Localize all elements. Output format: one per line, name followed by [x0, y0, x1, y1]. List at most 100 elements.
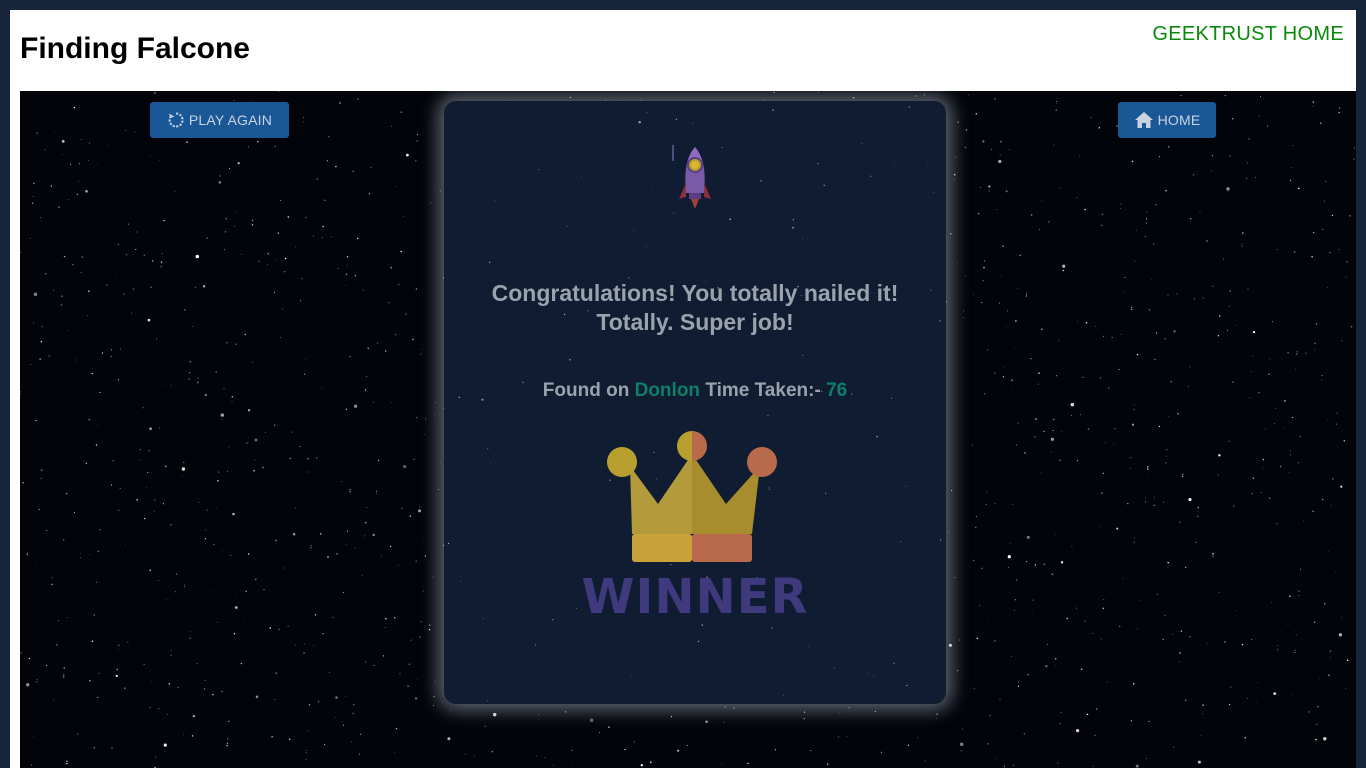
star: [791, 226, 795, 229]
star: [367, 347, 369, 350]
star: [255, 578, 257, 581]
star: [1314, 342, 1316, 345]
star: [1165, 455, 1167, 457]
found-prefix: Found on: [542, 380, 630, 401]
star: [220, 413, 224, 417]
star: [156, 338, 157, 340]
play-again-button[interactable]: PLAY AGAIN: [150, 102, 289, 138]
star: [368, 193, 371, 195]
star: [306, 750, 307, 752]
star: [405, 313, 407, 315]
star: [1251, 638, 1253, 640]
star: [1136, 628, 1138, 630]
star: [1059, 459, 1061, 461]
star: [1034, 418, 1038, 421]
star: [118, 649, 119, 650]
star: [68, 329, 69, 331]
star: [134, 131, 135, 133]
star: [240, 662, 243, 665]
star: [1165, 189, 1167, 192]
star: [988, 185, 991, 188]
star: [975, 113, 978, 115]
star: [1354, 147, 1355, 149]
star: [823, 184, 825, 187]
page-title: Finding Falcone: [20, 32, 250, 65]
star: [987, 743, 989, 745]
star: [224, 231, 226, 233]
star: [413, 458, 415, 460]
star: [337, 268, 339, 270]
star: [1122, 577, 1124, 579]
star: [1189, 635, 1191, 638]
star: [51, 583, 53, 586]
star: [486, 700, 489, 702]
star: [412, 338, 414, 341]
star: [1054, 665, 1056, 666]
geektrust-home-link[interactable]: GEEKTRUST HOME: [1152, 23, 1344, 46]
star: [1292, 145, 1294, 146]
star: [62, 676, 65, 678]
star: [1218, 454, 1221, 457]
star: [1003, 765, 1006, 767]
star: [1156, 593, 1158, 595]
star: [304, 643, 306, 645]
star: [40, 469, 43, 471]
star: [1338, 111, 1340, 114]
star: [432, 576, 434, 578]
star: [1180, 95, 1182, 97]
star: [415, 288, 417, 290]
star: [303, 652, 305, 654]
star: [388, 302, 390, 304]
star: [213, 543, 215, 546]
star: [125, 254, 128, 256]
star: [956, 670, 959, 672]
star: [1273, 692, 1277, 695]
star: [402, 215, 404, 217]
star: [924, 760, 926, 762]
star: [1050, 437, 1055, 441]
home-button[interactable]: HOME: [1118, 102, 1216, 138]
home-label: HOME: [1157, 112, 1201, 128]
star: [221, 549, 223, 551]
star: [341, 481, 343, 483]
star: [441, 575, 443, 577]
star: [948, 643, 952, 647]
star: [465, 754, 466, 755]
star: [356, 237, 359, 240]
star: [1059, 722, 1061, 725]
star: [1241, 243, 1243, 245]
star: [124, 687, 126, 689]
star: [1056, 100, 1058, 102]
star: [370, 166, 372, 168]
star: [324, 199, 326, 201]
star: [484, 725, 486, 727]
star: [1087, 428, 1090, 430]
star: [225, 218, 228, 220]
star: [321, 237, 323, 238]
star: [189, 631, 191, 633]
star: [1187, 385, 1190, 388]
star: [1079, 155, 1081, 157]
star: [254, 438, 258, 442]
star: [287, 216, 290, 218]
star: [1249, 397, 1251, 399]
star: [35, 419, 37, 422]
star: [422, 590, 424, 592]
star: [263, 589, 265, 590]
star: [420, 353, 422, 355]
star: [978, 213, 980, 215]
star: [1040, 472, 1042, 474]
star: [237, 162, 240, 165]
star: [1242, 232, 1244, 234]
star: [416, 678, 418, 680]
star: [846, 735, 848, 737]
star: [1037, 383, 1039, 385]
star: [236, 598, 238, 600]
star: [1230, 686, 1232, 688]
star: [963, 310, 964, 312]
star: [447, 737, 451, 741]
star: [175, 573, 178, 575]
star: [417, 541, 418, 542]
star: [406, 153, 409, 157]
star: [450, 709, 452, 711]
